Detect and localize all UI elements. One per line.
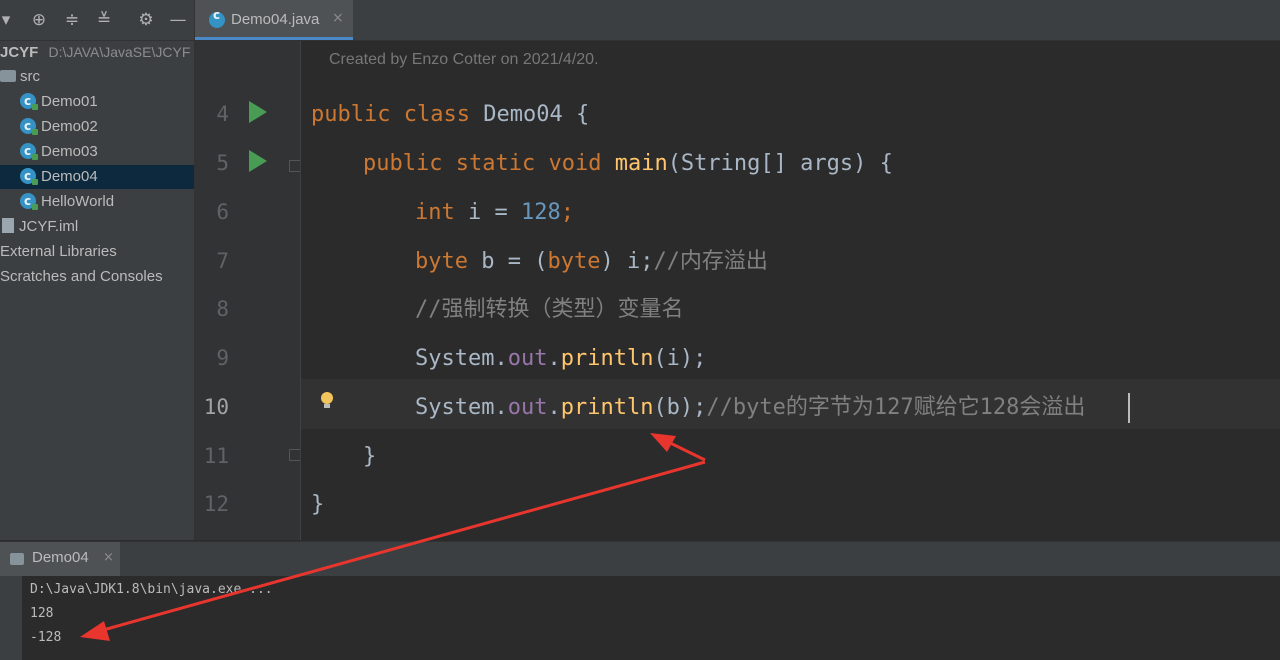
tab-demo04-java[interactable]: Demo04.java × [195, 0, 353, 40]
tab-label: Demo04.java [231, 11, 320, 28]
line-number: 9 [216, 346, 229, 370]
project-root[interactable]: JCYF D:\JAVA\JavaSE\JCYF [0, 40, 190, 64]
console-icon [10, 553, 24, 565]
close-icon[interactable]: × [332, 10, 344, 26]
code-line-9: System.out.println(i); [415, 346, 707, 371]
class-icon [20, 114, 38, 138]
class-icon [20, 89, 38, 113]
console-line: D:\Java\JDK1.8\bin\java.exe ... [30, 582, 273, 597]
line-number: 6 [216, 200, 229, 224]
dropdown-icon[interactable]: ▾ [0, 8, 18, 32]
code-line-10: System.out.println(b);//byte的字节为127赋给它12… [415, 395, 1086, 420]
gear-icon[interactable]: ⚙ [134, 8, 158, 32]
collapse-all-icon[interactable]: ≚ [92, 8, 116, 32]
editor-gutter: 4 5 6 7 8 9 10 11 12 [195, 41, 301, 540]
tree-item-demo04-selected[interactable]: Demo04 [0, 164, 194, 189]
line-number: 8 [216, 297, 229, 321]
console-toolbar [0, 576, 22, 660]
tree-item-demo03[interactable]: Demo03 [20, 139, 98, 164]
run-console[interactable]: D:\Java\JDK1.8\bin\java.exe ... 128 -128 [0, 576, 1280, 660]
code-line-7: byte b = (byte) i;//内存溢出 [415, 249, 768, 274]
text-caret [1128, 393, 1130, 423]
project-root-name: JCYF [0, 44, 39, 61]
code-editor[interactable]: 4 5 6 7 8 9 10 11 12 Created by Enzo Cot… [195, 41, 1280, 540]
run-icon[interactable] [249, 101, 267, 123]
close-icon[interactable]: × [103, 550, 114, 565]
console-line: -128 [30, 630, 62, 645]
class-icon [20, 139, 38, 163]
code-line-12: } [311, 492, 325, 517]
line-number: 11 [203, 444, 229, 468]
line-number: 7 [216, 249, 229, 273]
indent-guide [300, 41, 301, 540]
code-line-6: int i = 128; [415, 200, 574, 225]
editor-tab-bar: Demo04.java × [195, 0, 1280, 41]
tree-item-src[interactable]: src [0, 65, 40, 89]
locate-icon[interactable]: ⊕ [27, 8, 51, 32]
project-toolbar: ▾ ⊕ ≑ ≚ ⚙ — [0, 0, 194, 41]
class-icon [20, 189, 38, 213]
class-icon [20, 164, 38, 188]
line-number: 12 [203, 492, 229, 516]
project-panel: ▾ ⊕ ≑ ≚ ⚙ — JCYF D:\JAVA\JavaSE\JCYF src… [0, 0, 195, 540]
project-root-path: D:\JAVA\JavaSE\JCYF [48, 44, 191, 60]
file-icon [2, 218, 14, 233]
expand-all-icon[interactable]: ≑ [60, 8, 84, 32]
tree-item-scratches[interactable]: Scratches and Consoles [0, 265, 163, 289]
code-line-5: public static void main(String[] args) { [363, 151, 893, 176]
tree-item-helloworld[interactable]: HelloWorld [20, 189, 114, 214]
tree-item-demo01[interactable]: Demo01 [20, 89, 98, 114]
tree-item-external-libraries[interactable]: External Libraries [0, 240, 117, 264]
lightbulb-icon[interactable] [321, 392, 333, 408]
line-number: 5 [216, 151, 229, 175]
code-line-11: } [363, 444, 377, 469]
folder-icon [0, 70, 16, 82]
run-tool-window-bar: Demo04 × [0, 541, 1280, 577]
line-number: 4 [216, 102, 229, 126]
minimize-icon[interactable]: — [166, 8, 190, 32]
tree-item-demo02[interactable]: Demo02 [20, 114, 98, 139]
run-tab-demo04[interactable]: Demo04 × [0, 542, 120, 576]
code-line-8: //强制转换（类型）变量名 [415, 297, 684, 322]
doc-comment-folded[interactable]: Created by Enzo Cotter on 2021/4/20. [329, 51, 599, 69]
run-tab-label: Demo04 [32, 549, 89, 566]
code-line-4: public class Demo04 { [311, 102, 590, 127]
tree-item-iml[interactable]: JCYF.iml [2, 215, 78, 239]
class-icon [209, 8, 225, 28]
console-line: 128 [30, 606, 54, 621]
line-number: 10 [203, 395, 229, 419]
run-icon[interactable] [249, 150, 267, 172]
